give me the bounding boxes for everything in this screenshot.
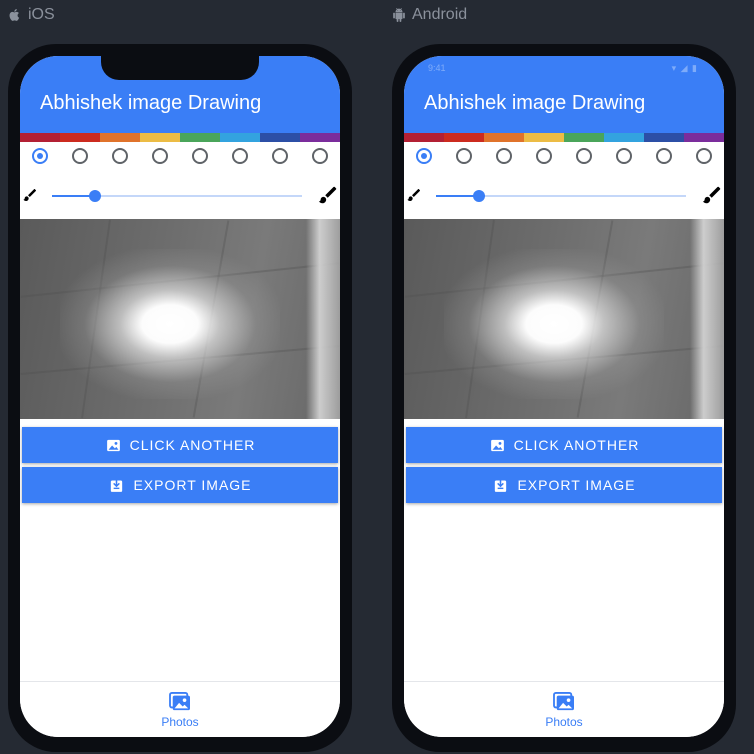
platform-label-ios: iOS (8, 6, 55, 24)
photos-icon (553, 692, 574, 711)
android-device-frame: Abhishek image Drawing 9:41 ▾ ◢ ▮ CLICK … (392, 44, 736, 752)
palette-swatch-2 (60, 133, 100, 142)
click-another-button[interactable]: CLICK ANOTHER (22, 427, 338, 463)
palette-swatch-5 (564, 133, 604, 142)
platform-label-android: Android (392, 6, 467, 24)
status-icons: ▾ ◢ ▮ (671, 63, 698, 73)
palette-swatch-7 (644, 133, 684, 142)
brush-small-icon (407, 189, 420, 201)
image-icon (106, 439, 120, 451)
color-radio-3[interactable] (112, 148, 128, 164)
ios-device-frame: Abhishek image Drawing CLICK ANOTHER EXP… (8, 44, 352, 752)
palette-swatch-5 (180, 133, 220, 142)
bottom-navigation: Photos (20, 681, 340, 737)
brush-size-slider[interactable] (436, 190, 686, 202)
android-icon (393, 8, 405, 22)
nav-label-photos: Photos (545, 715, 583, 729)
export-image-label: EXPORT IMAGE (517, 477, 636, 493)
download-icon (111, 478, 123, 492)
color-radio-2[interactable] (72, 148, 88, 164)
palette-swatch-8 (684, 133, 724, 142)
platform-name: Android (412, 6, 468, 23)
status-bar: 9:41 ▾ ◢ ▮ (404, 56, 724, 78)
android-screen: Abhishek image Drawing 9:41 ▾ ◢ ▮ CLICK … (404, 56, 724, 737)
palette-swatch-8 (300, 133, 340, 142)
export-image-button[interactable]: EXPORT IMAGE (22, 467, 338, 503)
apple-icon (9, 8, 20, 21)
nav-label-photos: Photos (161, 715, 199, 729)
brush-size-row (404, 184, 724, 210)
photos-icon (169, 692, 190, 711)
app-title: Abhishek image Drawing (40, 92, 262, 114)
drawing-canvas-photo[interactable] (404, 219, 724, 419)
bottom-navigation: Photos (404, 681, 724, 737)
status-time: 9:41 (428, 63, 446, 73)
brush-large-icon (702, 186, 721, 204)
ios-screen: Abhishek image Drawing CLICK ANOTHER EXP… (20, 56, 340, 737)
brush-size-row (20, 184, 340, 210)
download-icon (495, 478, 507, 492)
palette-swatch-4 (524, 133, 564, 142)
slider-thumb[interactable] (473, 190, 485, 202)
color-radio-1[interactable] (32, 148, 48, 164)
color-radio-2[interactable] (456, 148, 472, 164)
brush-large-icon (318, 186, 337, 204)
export-image-button[interactable]: EXPORT IMAGE (406, 467, 722, 503)
export-image-label: EXPORT IMAGE (133, 477, 252, 493)
palette-swatch-7 (260, 133, 300, 142)
color-radio-5[interactable] (192, 148, 208, 164)
color-radio-5[interactable] (576, 148, 592, 164)
color-radio-7[interactable] (656, 148, 672, 164)
app-title: Abhishek image Drawing (424, 92, 646, 114)
platform-name: iOS (28, 6, 55, 23)
color-radio-4[interactable] (536, 148, 552, 164)
color-radio-4[interactable] (152, 148, 168, 164)
color-radio-1[interactable] (416, 148, 432, 164)
click-another-label: CLICK ANOTHER (129, 437, 256, 453)
palette-swatch-1 (404, 133, 444, 142)
color-strip (404, 133, 724, 142)
image-icon (490, 439, 504, 451)
palette-swatch-2 (444, 133, 484, 142)
slider-thumb[interactable] (89, 190, 101, 202)
palette-swatch-3 (100, 133, 140, 142)
nav-item-photos[interactable]: Photos (140, 682, 220, 737)
palette-swatch-6 (604, 133, 644, 142)
click-another-label: CLICK ANOTHER (513, 437, 640, 453)
brush-size-slider[interactable] (52, 190, 302, 202)
drawing-canvas-photo[interactable] (20, 219, 340, 419)
nav-item-photos[interactable]: Photos (524, 682, 604, 737)
color-strip (20, 133, 340, 142)
color-radio-6[interactable] (616, 148, 632, 164)
palette-swatch-1 (20, 133, 60, 142)
palette-swatch-4 (140, 133, 180, 142)
color-radio-8[interactable] (312, 148, 328, 164)
color-radio-3[interactable] (496, 148, 512, 164)
color-radio-7[interactable] (272, 148, 288, 164)
palette-swatch-3 (484, 133, 524, 142)
brush-small-icon (23, 189, 36, 201)
palette-swatch-6 (220, 133, 260, 142)
click-another-button[interactable]: CLICK ANOTHER (406, 427, 722, 463)
color-radio-6[interactable] (232, 148, 248, 164)
color-radio-8[interactable] (696, 148, 712, 164)
color-radio-group (20, 145, 340, 171)
color-radio-group (404, 145, 724, 171)
notch (101, 56, 259, 80)
